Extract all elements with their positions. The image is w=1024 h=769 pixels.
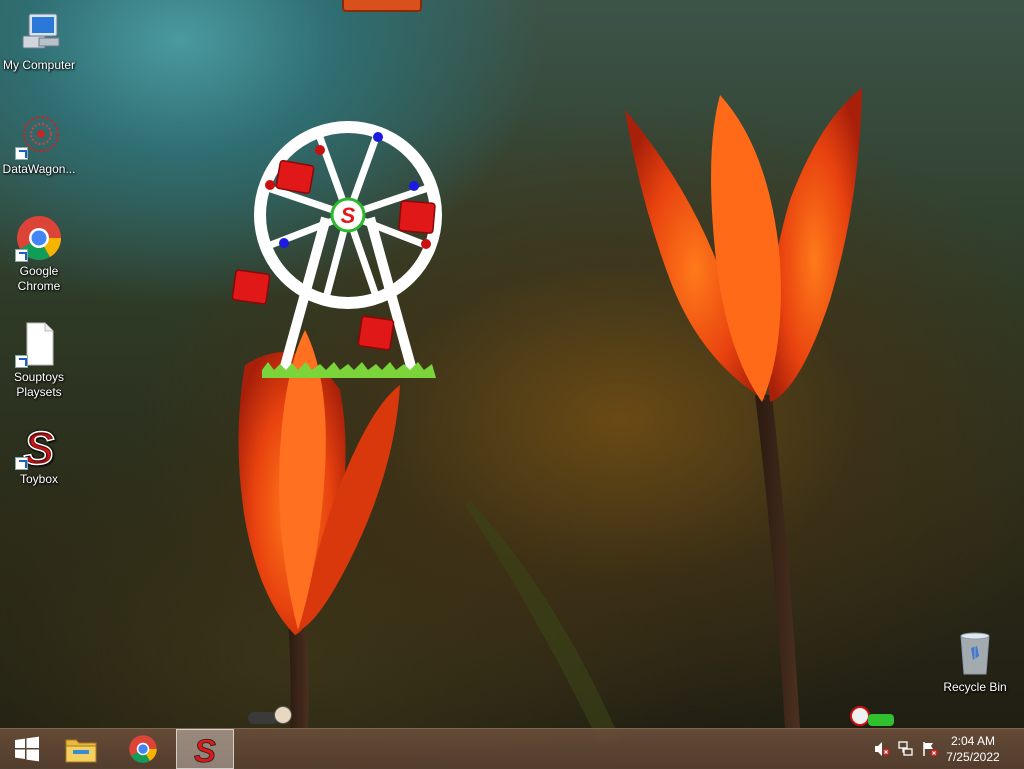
toy-sign[interactable] — [342, 0, 422, 12]
desktop-icon-label: Recycle Bin — [943, 680, 1007, 694]
network-icon[interactable] — [898, 741, 914, 757]
taskbar: S 2:04 AM 7/25/2022 — [0, 728, 1024, 769]
start-icon — [15, 736, 39, 762]
desktop-icon-google-chrome[interactable]: Google Chrome — [1, 214, 77, 294]
desktop-icon-my-computer[interactable]: My Computer — [1, 8, 77, 73]
clock-date: 7/25/2022 — [946, 750, 1000, 764]
svg-text:S: S — [24, 422, 55, 470]
start-button[interactable] — [0, 729, 54, 769]
document-icon — [15, 320, 63, 368]
clock-time: 2:04 AM — [950, 734, 996, 748]
taskbar-chrome[interactable] — [116, 729, 170, 769]
computer-icon — [15, 8, 63, 56]
toy-figure-left[interactable] — [248, 704, 294, 726]
svg-text:S: S — [194, 733, 216, 766]
souptoys-s-icon: S — [15, 421, 63, 475]
volume-muted-icon[interactable] — [874, 741, 890, 757]
shortcut-arrow-icon — [15, 249, 28, 262]
desktop-icon-label: My Computer — [2, 58, 76, 72]
shortcut-arrow-icon — [15, 457, 28, 470]
desktop-icon-recycle-bin[interactable]: Recycle Bin — [937, 630, 1013, 695]
desktop-icon-label: Souptoys Playsets — [13, 370, 65, 399]
shortcut-arrow-icon — [15, 147, 28, 160]
chrome-icon — [15, 214, 63, 262]
desktop-icon-souptoys-playsets[interactable]: Souptoys Playsets — [1, 320, 77, 400]
shortcut-arrow-icon — [15, 355, 28, 368]
desktop-icon-label: Google Chrome — [17, 264, 61, 293]
desktop-icon-toybox[interactable]: S Toybox — [1, 421, 77, 487]
ferris-wheel-toy[interactable]: S — [228, 118, 444, 380]
desktop-icon-datawagon[interactable]: DataWagon... — [1, 112, 77, 177]
recycle-bin-icon — [951, 630, 999, 678]
desktop-icon-label: Toybox — [19, 472, 59, 486]
chrome-icon — [129, 735, 157, 763]
action-center-flag-icon[interactable] — [922, 741, 938, 757]
taskbar-clock[interactable]: 2:04 AM 7/25/2022 — [938, 733, 1008, 765]
souptoys-icon: S — [194, 732, 217, 766]
wallpaper — [238, 88, 862, 745]
wheel-logo: S — [341, 203, 356, 228]
tulip-right — [625, 88, 862, 402]
datawagon-icon — [15, 112, 63, 160]
taskbar-file-explorer[interactable] — [54, 729, 108, 769]
desktop-icon-label: DataWagon... — [2, 162, 76, 176]
taskbar-souptoys[interactable]: S — [176, 729, 234, 769]
file-explorer-icon — [65, 739, 97, 763]
toy-figure-right[interactable] — [850, 704, 898, 728]
